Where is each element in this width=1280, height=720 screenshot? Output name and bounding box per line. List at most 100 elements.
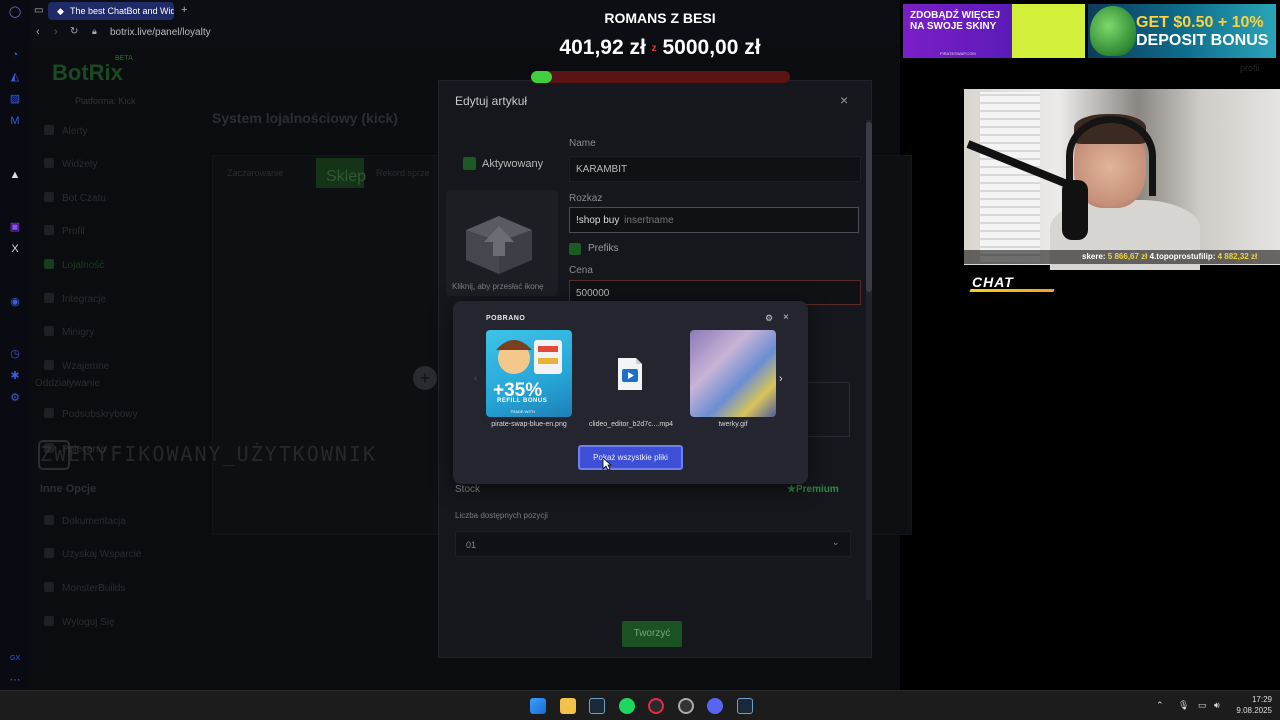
name-label: Name xyxy=(569,138,596,149)
new-tab-button[interactable]: + xyxy=(181,4,187,16)
bell-icon xyxy=(44,125,54,135)
tab-sklep[interactable]: Sklep xyxy=(316,158,366,188)
speed-dial-icon[interactable]: ◔ xyxy=(8,48,22,62)
profile-link[interactable]: profil xyxy=(1240,63,1260,73)
extensions-icon[interactable]: ✱ xyxy=(8,369,22,383)
command-input[interactable]: !shop buy insertname xyxy=(569,207,859,233)
more-icon[interactable]: ⋯ xyxy=(8,673,22,687)
video-file-icon[interactable] xyxy=(616,356,644,392)
docs-icon xyxy=(44,515,54,525)
lock-icon: 🔒︎ xyxy=(92,26,97,36)
reload-icon[interactable]: ↻ xyxy=(70,26,78,37)
gamepad-icon xyxy=(44,326,54,336)
goal-current: 401,92 zł xyxy=(559,36,646,59)
prefix-label: Prefiks xyxy=(588,243,619,254)
download-name-1[interactable]: pirate-swap-blue-en.png xyxy=(479,421,579,428)
sidebar-item-dokumentacja[interactable]: Dokumentacja xyxy=(44,515,126,527)
create-button[interactable]: Tworzyć xyxy=(622,621,682,647)
chevron-right-icon[interactable]: › xyxy=(779,373,783,385)
prefix-checkbox[interactable] xyxy=(569,243,581,255)
x-icon[interactable]: X xyxy=(8,242,22,256)
settings-icon[interactable]: ⚙ xyxy=(8,391,22,405)
chevron-left-icon[interactable]: ‹ xyxy=(474,373,477,384)
microphone xyxy=(1062,180,1088,240)
sidebar-item-monsterbuilds[interactable]: MonsterBuilds xyxy=(44,582,125,594)
tab-zaczarowanie[interactable]: Zaczarowanie xyxy=(227,168,283,178)
downloads-settings-icon[interactable]: ⚙ xyxy=(765,313,773,324)
download-thumbnail-3[interactable] xyxy=(690,330,776,417)
steam-2-icon[interactable] xyxy=(737,698,753,714)
opera-logo-icon[interactable]: ◯ xyxy=(8,5,22,19)
sidebar-item-widzety[interactable]: Widżety xyxy=(44,158,98,170)
twitch-icon[interactable]: ▣ xyxy=(8,220,22,234)
spotify-icon[interactable] xyxy=(619,698,635,714)
logout-icon xyxy=(44,616,54,626)
discord-icon[interactable] xyxy=(707,698,723,714)
active-label: Aktywowany xyxy=(482,158,544,170)
clock-date[interactable]: 9.08.2025 xyxy=(1232,706,1272,715)
back-icon[interactable]: ‹ xyxy=(36,26,40,38)
obs-icon[interactable] xyxy=(678,698,694,714)
tab-workspace-icon[interactable]: ▭ xyxy=(34,5,43,16)
network-icon[interactable]: ▭ xyxy=(1198,700,1207,711)
ad-2-line2: DEPOSIT BONUS xyxy=(1136,32,1269,49)
kick-icon[interactable]: ▲ xyxy=(8,168,22,182)
opera-gx-icon[interactable] xyxy=(648,698,664,714)
available-count-label: Liczba dostępnych pozycji xyxy=(455,511,548,520)
monitor-icon xyxy=(44,582,54,592)
star-icon xyxy=(44,408,54,418)
forward-icon[interactable]: › xyxy=(54,26,58,38)
sidebar-item-wsparcie[interactable]: Uzyskaj Wsparcie xyxy=(44,548,141,560)
page-title: System lojalnościowy (kick) xyxy=(212,110,398,126)
volume-icon[interactable]: 🔊︎ xyxy=(1214,700,1220,711)
file-explorer-icon[interactable] xyxy=(560,698,576,714)
steam-icon[interactable] xyxy=(589,698,605,714)
aria-icon[interactable]: ◭ xyxy=(8,70,22,84)
modal-title: Edytuj artykuł xyxy=(455,94,528,108)
tab-rekord[interactable]: Rekord sprze xyxy=(376,168,430,178)
add-item-icon[interactable]: + xyxy=(413,366,437,390)
active-checkbox[interactable] xyxy=(463,157,476,170)
url-field[interactable]: botrix.live/panel/loyalty xyxy=(110,27,211,38)
downloads-close-icon[interactable]: × xyxy=(783,312,789,323)
name-input[interactable]: KARAMBIT xyxy=(569,156,861,182)
command-label: Rozkaz xyxy=(569,193,603,204)
show-all-files-button[interactable]: Pokaż wszystkie pliki xyxy=(578,445,683,470)
goal-title: ROMANS Z BESI xyxy=(604,10,716,26)
sidebar-item-integracje[interactable]: Integracje xyxy=(44,293,106,305)
microphone-icon[interactable]: 🎙︎ xyxy=(1178,700,1189,711)
sidebar-item-podsubskrybowy[interactable]: Podsubskrybowy xyxy=(44,408,138,420)
ad-2-line1: GET $0.50 + 10% xyxy=(1136,14,1264,31)
botrix-favicon-icon: ◆ xyxy=(57,6,64,16)
player-icon[interactable]: ◉ xyxy=(8,295,22,309)
sidebar-item-bot-czatu[interactable]: Bot Czatu xyxy=(44,192,106,204)
modal-close-button[interactable]: × xyxy=(840,92,848,108)
browser-tab-active[interactable]: The best ChatBot and Wid xyxy=(48,2,174,20)
stock-select[interactable]: 01 xyxy=(455,531,851,557)
download-name-2[interactable]: clideo_editor_b2d7c....mp4 xyxy=(581,421,681,428)
mail-icon[interactable]: M xyxy=(8,114,22,128)
chat-underline xyxy=(969,289,1055,292)
taskbar xyxy=(0,690,1280,720)
modal-scrollbar-thumb[interactable] xyxy=(866,122,872,292)
history-icon[interactable]: ◷ xyxy=(8,347,22,361)
clock-time[interactable]: 17:29 xyxy=(1238,695,1272,704)
sidebar-item-wzajemne[interactable]: Wzajemne xyxy=(44,360,109,372)
goal-progress-track xyxy=(531,71,790,83)
platform-label: Platforma: Kick xyxy=(75,96,136,106)
sidebar-item-minigry[interactable]: Minigry xyxy=(44,326,94,338)
sidebar-item-profil[interactable]: Profil xyxy=(44,225,85,237)
sidebar-item-wyloguj[interactable]: Wyloguj Się xyxy=(44,616,115,628)
bookmark-icon[interactable]: ▨ xyxy=(8,92,22,106)
sidebar-item-oddzialywanie[interactable]: Oddziaływanie xyxy=(35,378,100,389)
sidebar-item-lojalnosc[interactable]: Lojalność xyxy=(44,259,104,271)
upload-hint: Kliknij, aby przesłać ikonę xyxy=(452,282,544,291)
download-name-3[interactable]: twerky.gif xyxy=(683,421,783,428)
tab-title: The best ChatBot and Wid xyxy=(70,6,174,16)
gx-icon[interactable]: GX xyxy=(8,652,22,666)
sidebar-item-alerty[interactable]: Alerty xyxy=(44,125,88,137)
mascot-icon xyxy=(1090,6,1136,56)
tray-chevron-up-icon[interactable]: ⌃ xyxy=(1156,700,1164,711)
price-label: Cena xyxy=(569,265,593,276)
start-icon[interactable] xyxy=(530,698,546,714)
